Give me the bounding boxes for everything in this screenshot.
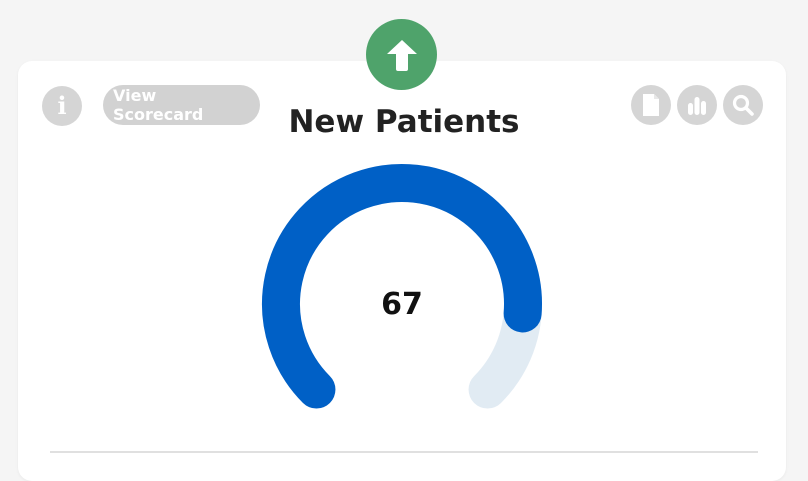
trend-up-badge — [366, 19, 437, 90]
divider — [50, 451, 758, 453]
gauge-value: 67 — [381, 287, 423, 322]
arrow-up-icon — [386, 39, 417, 71]
